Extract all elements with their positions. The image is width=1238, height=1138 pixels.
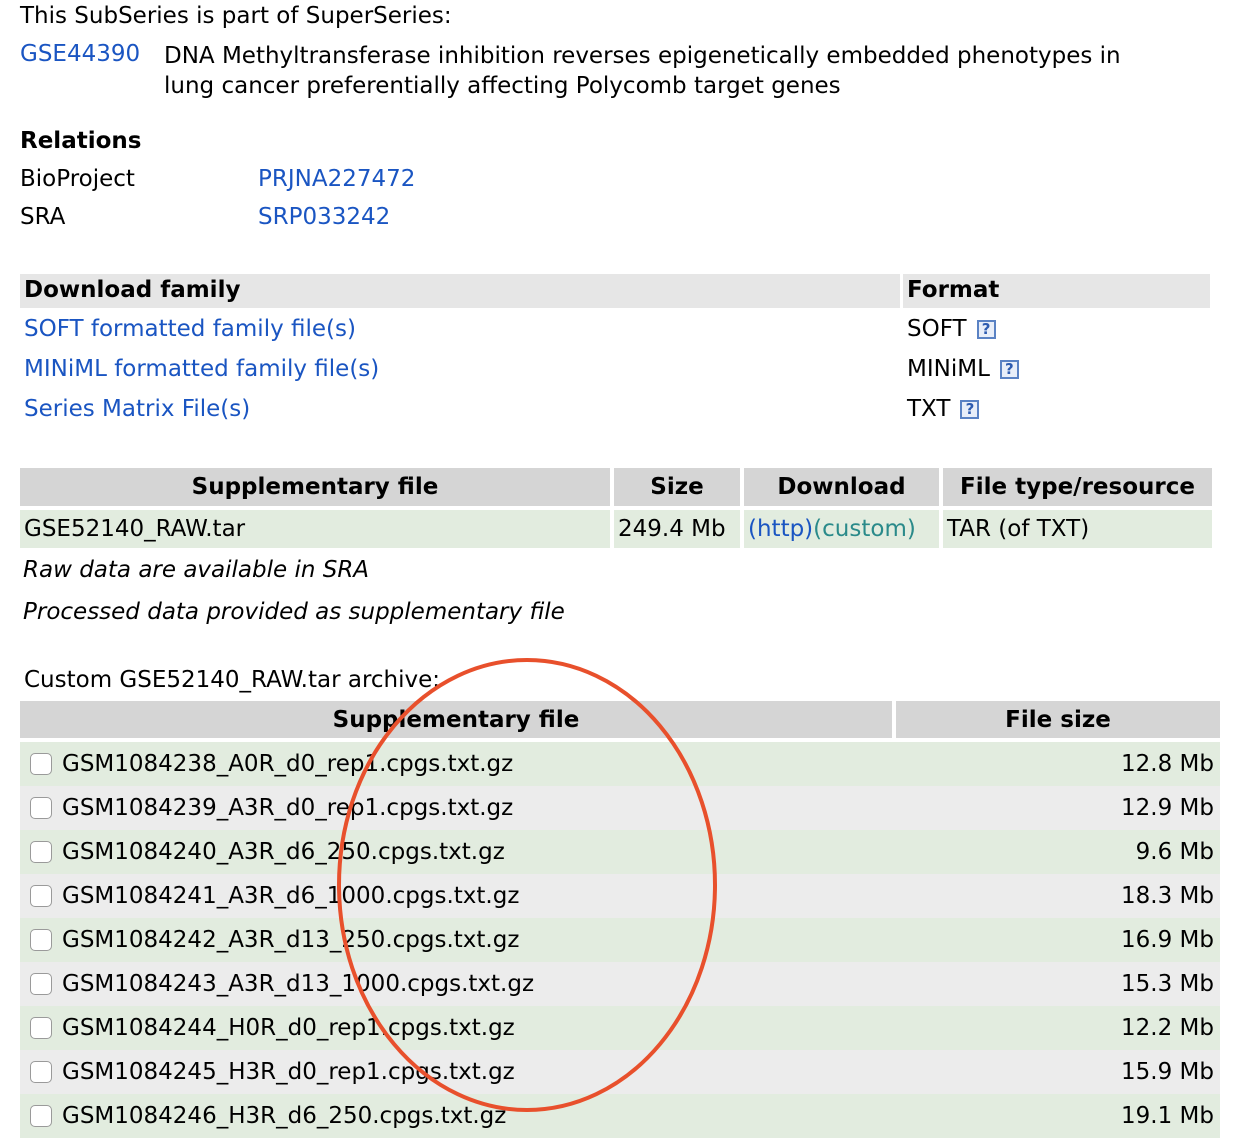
- relation-link-bioproject[interactable]: PRJNA227472: [258, 166, 415, 192]
- format-txt-label: TXT: [907, 396, 951, 422]
- format-soft: SOFT ?: [907, 316, 996, 342]
- supp-cell-file: GSE52140_RAW.tar: [20, 510, 610, 548]
- archive-file-name: GSM1084244_H0R_d0_rep1.cpgs.txt.gz: [62, 1015, 515, 1041]
- soft-family-file-link[interactable]: SOFT formatted family file(s): [24, 316, 356, 342]
- file-checkbox[interactable]: [30, 841, 52, 863]
- archive-row: GSM1084241_A3R_d6_1000.cpgs.txt.gz 18.3 …: [20, 874, 1220, 918]
- help-icon[interactable]: ?: [976, 319, 996, 339]
- series-matrix-file-link[interactable]: Series Matrix File(s): [24, 396, 250, 422]
- raw-data-note: Raw data are available in SRA: [23, 557, 370, 583]
- file-checkbox[interactable]: [30, 797, 52, 819]
- archive-row: GSM1084244_H0R_d0_rep1.cpgs.txt.gz 12.2 …: [20, 1006, 1220, 1050]
- archive-header-file: Supplementary file: [20, 701, 892, 738]
- archive-file-name: GSM1084242_A3R_d13_250.cpgs.txt.gz: [62, 927, 520, 953]
- archive-caption: Custom GSE52140_RAW.tar archive:: [24, 667, 441, 693]
- relation-label-sra: SRA: [20, 204, 66, 230]
- archive-header-size: File size: [896, 701, 1220, 738]
- miniml-family-file-link[interactable]: MINiML formatted family file(s): [24, 356, 379, 382]
- archive-file-name: GSM1084243_A3R_d13_1000.cpgs.txt.gz: [62, 971, 535, 997]
- relation-label-bioproject: BioProject: [20, 166, 135, 192]
- supp-file-name: GSE52140_RAW.tar: [24, 516, 246, 542]
- superseries-accession-link[interactable]: GSE44390: [20, 41, 140, 67]
- superseries-title: DNA Methyltransferase inhibition reverse…: [164, 41, 1121, 101]
- relation-link-sra[interactable]: SRP033242: [258, 204, 390, 230]
- archive-row: GSM1084245_H3R_d0_rep1.cpgs.txt.gz 15.9 …: [20, 1050, 1220, 1094]
- superseries-heading: This SubSeries is part of SuperSeries:: [20, 3, 452, 29]
- archive-row: GSM1084240_A3R_d6_250.cpgs.txt.gz 9.6 Mb: [20, 830, 1220, 874]
- format-header-cell: Format: [903, 274, 1210, 308]
- supp-header-file: Supplementary file: [20, 468, 610, 506]
- supp-header-size: Size: [614, 468, 740, 506]
- archive-row: GSM1084242_A3R_d13_250.cpgs.txt.gz 16.9 …: [20, 918, 1220, 962]
- help-icon[interactable]: ?: [999, 359, 1019, 379]
- format-soft-label: SOFT: [907, 316, 967, 342]
- download-family-header-cell: Download family: [20, 274, 900, 308]
- format-miniml: MINiML ?: [907, 356, 1019, 382]
- download-family-header: Download family: [24, 277, 241, 303]
- archive-file-size: 12.8 Mb: [1121, 751, 1214, 777]
- http-download-link[interactable]: (http): [748, 516, 813, 542]
- supp-cell-size: 249.4 Mb: [614, 510, 740, 548]
- supp-header-download: Download: [744, 468, 939, 506]
- archive-file-name: GSM1084241_A3R_d6_1000.cpgs.txt.gz: [62, 883, 520, 909]
- archive-row: GSM1084243_A3R_d13_1000.cpgs.txt.gz 15.3…: [20, 962, 1220, 1006]
- relations-heading: Relations: [20, 128, 142, 154]
- superseries-title-line2: lung cancer preferentially affecting Pol…: [164, 73, 841, 99]
- archive-file-size: 15.9 Mb: [1121, 1059, 1214, 1085]
- superseries-title-line1: DNA Methyltransferase inhibition reverse…: [164, 43, 1121, 69]
- file-checkbox[interactable]: [30, 885, 52, 907]
- custom-download-link[interactable]: (custom): [813, 516, 916, 542]
- file-checkbox[interactable]: [30, 1061, 52, 1083]
- archive-file-size: 18.3 Mb: [1121, 883, 1214, 909]
- supp-file-type: TAR (of TXT): [947, 516, 1090, 542]
- archive-row: GSM1084238_A0R_d0_rep1.cpgs.txt.gz 12.8 …: [20, 742, 1220, 786]
- format-txt: TXT ?: [907, 396, 980, 422]
- archive-file-name: GSM1084239_A3R_d0_rep1.cpgs.txt.gz: [62, 795, 514, 821]
- archive-file-size: 9.6 Mb: [1135, 839, 1214, 865]
- archive-file-name: GSM1084245_H3R_d0_rep1.cpgs.txt.gz: [62, 1059, 515, 1085]
- archive-file-size: 16.9 Mb: [1121, 927, 1214, 953]
- format-header: Format: [907, 277, 1000, 303]
- archive-row: GSM1084239_A3R_d0_rep1.cpgs.txt.gz 12.9 …: [20, 786, 1220, 830]
- archive-file-name: GSM1084238_A0R_d0_rep1.cpgs.txt.gz: [62, 751, 514, 777]
- archive-file-size: 15.3 Mb: [1121, 971, 1214, 997]
- archive-row: GSM1084246_H3R_d6_250.cpgs.txt.gz 19.1 M…: [20, 1094, 1220, 1138]
- file-checkbox[interactable]: [30, 929, 52, 951]
- supp-header-type: File type/resource: [943, 468, 1212, 506]
- processed-data-note: Processed data provided as supplementary…: [23, 599, 565, 625]
- archive-file-name: GSM1084240_A3R_d6_250.cpgs.txt.gz: [62, 839, 505, 865]
- help-icon[interactable]: ?: [960, 399, 980, 419]
- supp-cell-type: TAR (of TXT): [943, 510, 1212, 548]
- format-miniml-label: MINiML: [907, 356, 990, 382]
- archive-file-size: 12.2 Mb: [1121, 1015, 1214, 1041]
- file-checkbox[interactable]: [30, 973, 52, 995]
- supp-file-size: 249.4 Mb: [618, 516, 726, 542]
- file-checkbox[interactable]: [30, 753, 52, 775]
- file-checkbox[interactable]: [30, 1105, 52, 1127]
- archive-file-name: GSM1084246_H3R_d6_250.cpgs.txt.gz: [62, 1103, 507, 1129]
- supp-cell-download: (http) (custom): [744, 510, 939, 548]
- archive-file-size: 19.1 Mb: [1121, 1103, 1214, 1129]
- archive-file-size: 12.9 Mb: [1121, 795, 1214, 821]
- file-checkbox[interactable]: [30, 1017, 52, 1039]
